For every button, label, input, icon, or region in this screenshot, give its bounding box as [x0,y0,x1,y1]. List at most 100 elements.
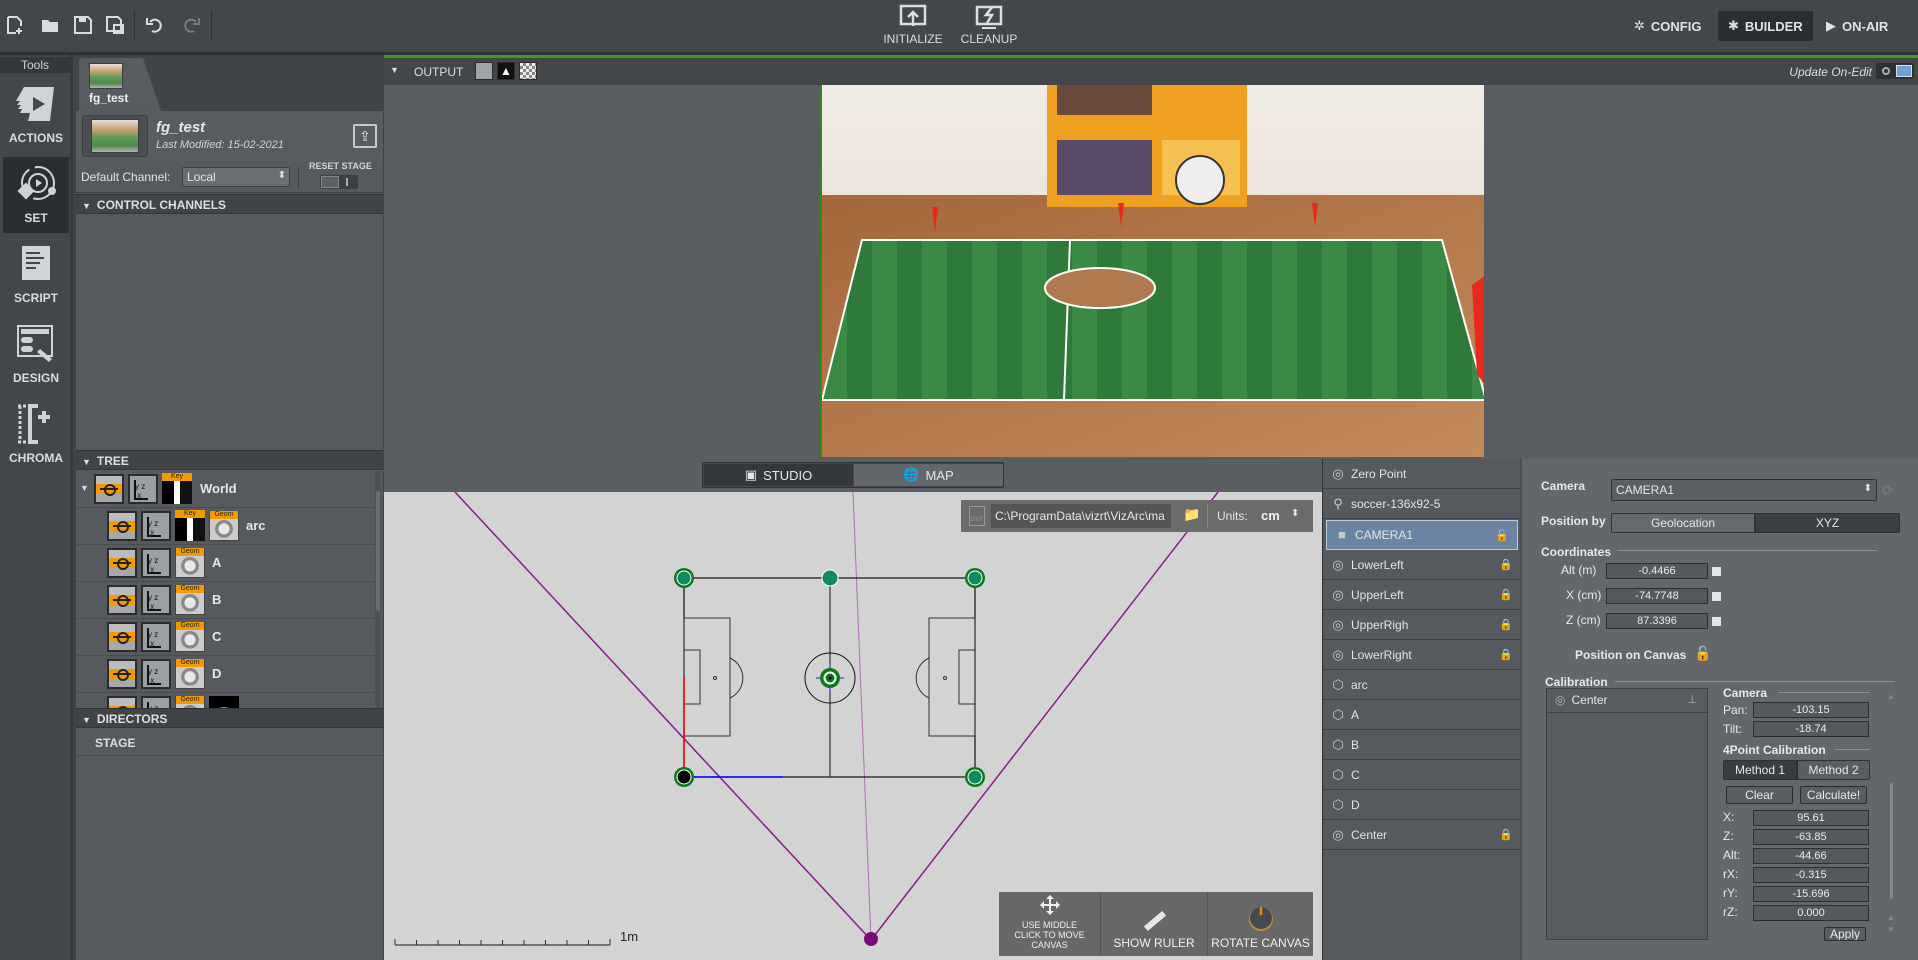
object-item[interactable]: ◎ LowerRight 🔒 [1323,640,1521,670]
undo-icon[interactable] [144,14,166,36]
alt-lock-checkbox[interactable] [1712,567,1721,576]
browse-folder-icon[interactable]: 📁 [1183,506,1203,524]
tree-row-d[interactable]: Geom D [76,656,376,693]
tree-row-b[interactable]: Geom B [76,582,376,619]
scroll-up-icon[interactable]: ▲ [1887,692,1895,701]
object-item[interactable]: ⬡ B [1323,730,1521,760]
object-icon [107,585,137,615]
view-checker-icon[interactable] [519,62,537,80]
apply-button[interactable]: Apply [1824,927,1866,941]
tool-script[interactable]: SCRIPT [3,237,69,313]
clear-button[interactable]: Clear [1726,786,1793,804]
spinner-arrows-icon[interactable]: ⬍ [1291,508,1299,519]
object-item[interactable]: ⬡ A [1323,700,1521,730]
cleanup-button[interactable]: CLEANUP [954,4,1024,52]
rotate-canvas-button[interactable]: ROTATE CANVAS [1208,892,1313,956]
redo-icon[interactable] [180,14,202,36]
object-item[interactable]: ◎ Center 🔒 [1323,820,1521,850]
builder-button[interactable]: ✱ BUILDER [1718,11,1813,41]
result-z-input[interactable]: -63.85 [1753,829,1869,845]
calibration-item[interactable]: ◎ Center ⊥ [1547,689,1707,713]
move-canvas-hint[interactable]: USE MIDDLE CLICK TO MOVE CANVAS [999,892,1101,956]
collapse-triangle-icon[interactable]: ▼ [390,65,399,75]
properties-scrollbar[interactable]: ▲ ▲ ▼ [1886,688,1898,940]
x-input[interactable]: -74.7748 [1606,588,1708,604]
update-on-edit-toggle[interactable] [1876,63,1914,79]
tool-chroma[interactable]: CHROMA [3,397,69,473]
tilt-input[interactable]: -18.74 [1753,721,1869,737]
tab-studio[interactable]: ▣ STUDIO [704,464,853,486]
default-channel-select[interactable]: Local [182,167,290,187]
stage-item[interactable]: STAGE [76,730,383,756]
unlock-icon[interactable]: 🔓 [1694,645,1711,662]
lock-icon[interactable]: 🔒 [1499,618,1513,631]
view-alpha-icon[interactable]: ▲ [497,62,515,80]
tree-row-partial[interactable]: Geom [76,693,376,708]
tree-row-a[interactable]: Geom A [76,545,376,582]
object-item[interactable]: ⬡ C [1323,760,1521,790]
result-rz-input[interactable]: 0.000 [1753,905,1869,921]
result-alt-input[interactable]: -44.66 [1753,848,1869,864]
reset-stage-toggle[interactable] [320,175,358,189]
lock-icon[interactable]: 🔒 [1499,588,1513,601]
unlock-icon[interactable]: 🔓 [1495,529,1509,542]
z-input[interactable]: 87.3396 [1606,613,1708,629]
save-icon[interactable] [72,14,94,36]
control-channels-header[interactable]: ▼ CONTROL CHANNELS [76,194,383,214]
studio-canvas[interactable]: DXF C:\ProgramData\vizrt\VizArc\ma 📁 Uni… [384,492,1322,960]
result-x-input[interactable]: 95.61 [1753,810,1869,826]
object-item[interactable]: ◎ LowerLeft 🔒 [1323,550,1521,580]
z-lock-checkbox[interactable] [1712,617,1721,626]
directors-header[interactable]: ▼ DIRECTORS [76,708,383,728]
script-icon [22,246,50,280]
method-1-tab[interactable]: Method 1 [1723,760,1797,780]
units-select[interactable]: cm [1261,508,1280,523]
result-rx-input[interactable]: -0.315 [1753,867,1869,883]
x-lock-checkbox[interactable] [1712,592,1721,601]
object-item[interactable]: ⬡ arc [1323,670,1521,700]
pin-icon[interactable]: ⊥ [1687,693,1697,706]
tree-scrollbar[interactable] [375,471,381,708]
initialize-button[interactable]: INITIALIZE [878,4,948,52]
tree-row-arc[interactable]: Key Geom arc [76,508,376,545]
result-ry-input[interactable]: -15.696 [1753,886,1869,902]
expand-triangle-icon[interactable]: ▼ [80,483,89,493]
lock-icon[interactable]: 🔒 [1499,828,1513,841]
method-2-tab[interactable]: Method 2 [1797,760,1870,780]
scroll-up-icon[interactable]: ▲ [1887,913,1895,922]
alt-input[interactable]: -0.4466 [1606,563,1708,579]
tool-actions[interactable]: ACTIONS [3,77,69,153]
save-as-icon[interactable] [104,14,126,36]
camera-select[interactable]: CAMERA1 ⬍ [1611,479,1877,501]
object-item[interactable]: ◎ UpperLeft 🔒 [1323,580,1521,610]
position-xyz-option[interactable]: XYZ [1755,513,1900,533]
lock-icon[interactable]: 🔒 [1499,648,1513,661]
export-icon[interactable]: ⇪ [353,124,377,148]
tree-row-world[interactable]: ▼ Key World [76,471,376,508]
show-ruler-button[interactable]: SHOW RULER [1101,892,1208,956]
object-item[interactable]: ◎ Zero Point [1323,459,1521,489]
view-image-icon[interactable] [475,62,493,80]
on-air-button[interactable]: ▶ ON-AIR [1816,11,1898,41]
refresh-icon[interactable]: ⟳ [1882,482,1894,499]
open-folder-icon[interactable] [39,14,61,36]
units-label: Units: [1217,509,1248,523]
tree-header[interactable]: ▼ TREE [76,450,383,470]
object-item[interactable]: ⚲ soccer-136x92-5 [1323,489,1521,519]
tree-row-c[interactable]: Geom C [76,619,376,656]
object-item-selected[interactable]: ■ CAMERA1 🔓 [1326,520,1518,550]
dxf-path-input[interactable]: C:\ProgramData\vizrt\VizArc\ma [991,504,1171,528]
scroll-down-icon[interactable]: ▼ [1887,925,1895,934]
pan-input[interactable]: -103.15 [1753,702,1869,718]
object-item[interactable]: ◎ UpperRigh 🔒 [1323,610,1521,640]
tool-design[interactable]: DESIGN [3,317,69,393]
object-item[interactable]: ⬡ D [1323,790,1521,820]
new-file-icon[interactable] [4,14,26,36]
scene-tab[interactable]: fg_test [79,58,161,111]
lock-icon[interactable]: 🔒 [1499,558,1513,571]
tool-set[interactable]: SET [3,157,69,233]
tab-map[interactable]: 🌐 MAP [854,464,1003,486]
config-button[interactable]: ✲ CONFIG [1624,11,1711,41]
position-geolocation-option[interactable]: Geolocation [1611,513,1755,533]
calculate-button[interactable]: Calculate! [1800,786,1867,804]
